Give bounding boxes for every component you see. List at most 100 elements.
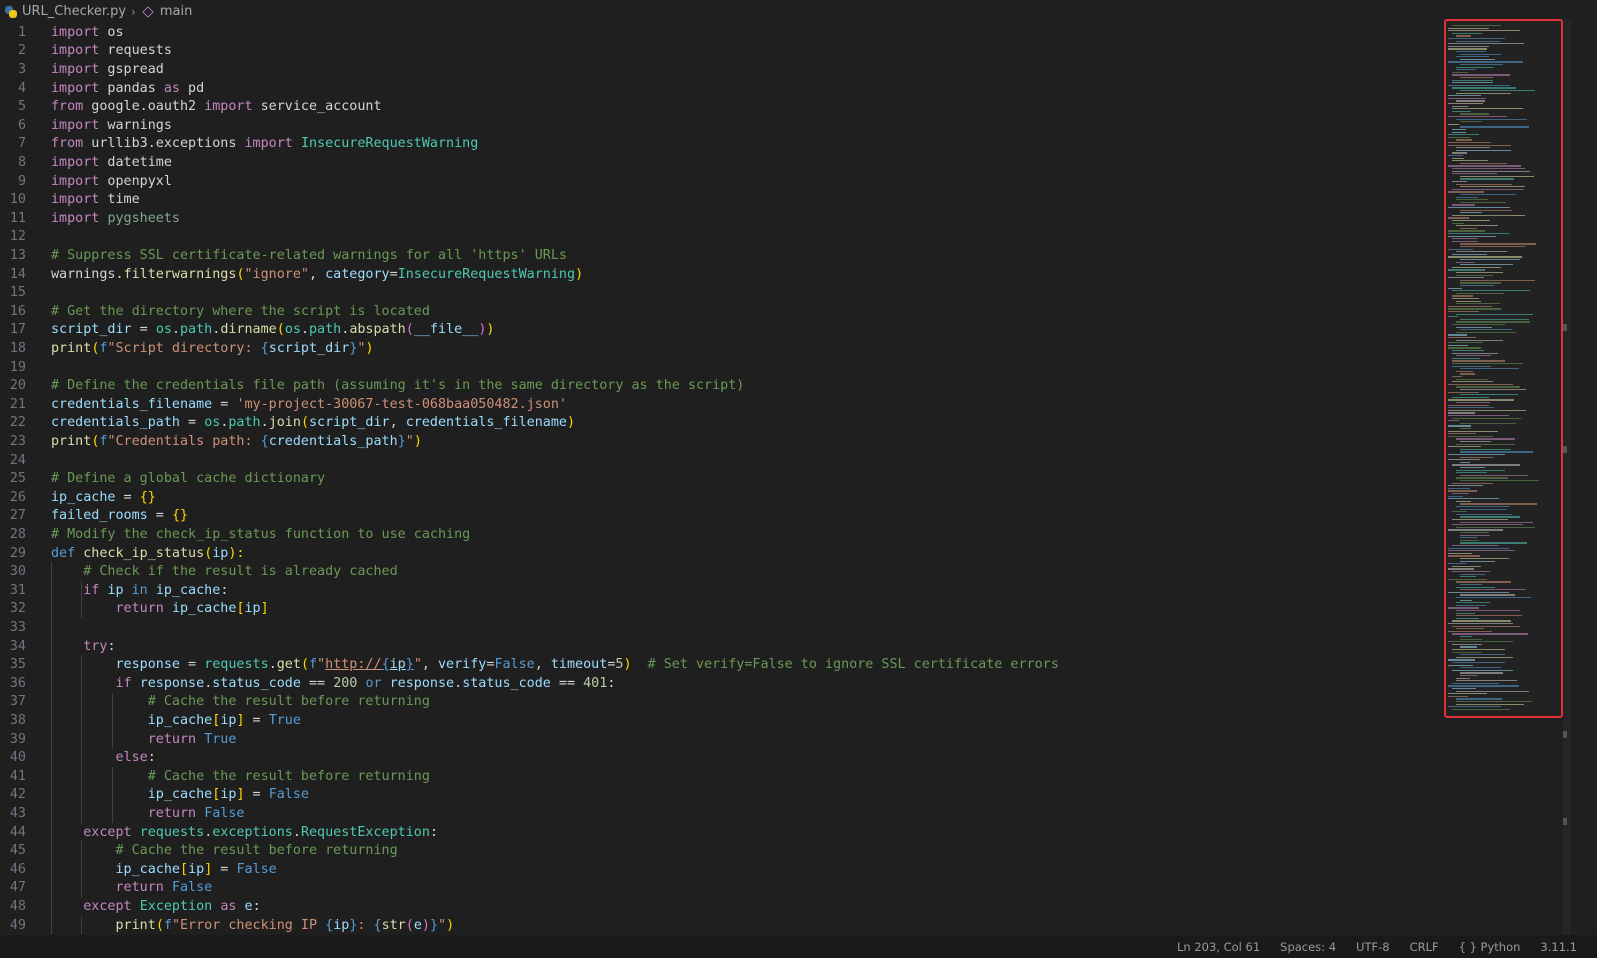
- line-number: 2: [17, 43, 26, 59]
- minimap-line: [1460, 186, 1525, 188]
- minimap-line: [1452, 545, 1500, 547]
- code-line[interactable]: 44 except requests.exceptions.RequestExc…: [0, 823, 1440, 842]
- code-token: warnings: [99, 117, 172, 133]
- minimap-line: [1456, 680, 1517, 682]
- minimap-line: [1448, 165, 1521, 167]
- code-line[interactable]: 22 credentials_path = os.path.join(script…: [0, 414, 1440, 433]
- minimap-line: [1456, 261, 1476, 263]
- code-line[interactable]: 19: [0, 358, 1440, 377]
- code-line[interactable]: 35 response = requests.get(f"http://{ip}…: [0, 655, 1440, 674]
- minimap-line: [1456, 703, 1525, 705]
- code-token: response: [139, 675, 205, 691]
- breadcrumb-file[interactable]: URL_Checker.py: [22, 4, 126, 19]
- code-line[interactable]: 21 credentials_filename = 'my-project-300…: [0, 395, 1440, 414]
- minimap-line: [1460, 178, 1515, 180]
- minimap-line: [1456, 92, 1511, 94]
- code-line[interactable]: 12: [0, 228, 1440, 247]
- status-item[interactable]: UTF-8: [1356, 940, 1390, 954]
- code-line[interactable]: 10 import time: [0, 190, 1440, 209]
- minimap-line: [1460, 329, 1512, 331]
- minimap-line: [1452, 524, 1524, 526]
- minimap-line: [1456, 526, 1535, 529]
- line-number: 21: [9, 396, 26, 412]
- code-line[interactable]: 25 # Define a global cache dictionary: [0, 469, 1440, 488]
- line-number: 5: [17, 99, 26, 115]
- code-line[interactable]: 29 def check_ip_status(ip):: [0, 544, 1440, 563]
- code-line[interactable]: 40 else:: [0, 748, 1440, 767]
- line-number: 24: [9, 452, 26, 468]
- status-item[interactable]: { } Python: [1459, 940, 1521, 954]
- code-line[interactable]: 48 except Exception as e:: [0, 897, 1440, 916]
- minimap-line: [1452, 110, 1471, 113]
- status-item[interactable]: Ln 203, Col 61: [1177, 940, 1260, 954]
- code-line[interactable]: 11 import pygsheets: [0, 209, 1440, 228]
- code-line[interactable]: 38 ip_cache[ip] = True: [0, 711, 1440, 730]
- code-line[interactable]: 18 print(f"Script directory: {script_dir}…: [0, 339, 1440, 358]
- code-line[interactable]: 41 # Cache the result before returning: [0, 767, 1440, 786]
- code-line[interactable]: 16 # Get the directory where the script i…: [0, 302, 1440, 321]
- code-line[interactable]: 4 import pandas as pd: [0, 79, 1440, 98]
- code-line[interactable]: 31 if ip in ip_cache:: [0, 581, 1440, 600]
- minimap-line: [1460, 121, 1482, 123]
- code-line[interactable]: 43 return False: [0, 804, 1440, 823]
- code-editor[interactable]: 1 import os 2 import requests 3 import gsprea…: [0, 23, 1440, 935]
- status-item[interactable]: 3.11.1: [1540, 940, 1577, 954]
- code-token: False: [494, 657, 535, 673]
- breadcrumb-symbol[interactable]: main: [160, 4, 192, 19]
- minimap-line: [1448, 685, 1520, 687]
- code-line[interactable]: 45 # Cache the result before returning: [0, 841, 1440, 860]
- minimap-line: [1460, 212, 1483, 214]
- code-line[interactable]: 17 script_dir = os.path.dirname(os.path.a…: [0, 321, 1440, 340]
- minimap-line: [1460, 428, 1471, 430]
- code-line[interactable]: 24: [0, 451, 1440, 470]
- code-token: ip_cache: [155, 582, 221, 598]
- code-line[interactable]: 20 # Define the credentials file path (as…: [0, 376, 1440, 395]
- code-line[interactable]: 34 try:: [0, 637, 1440, 656]
- line-code: except Exception as e:: [51, 899, 260, 914]
- code-line[interactable]: 26 ip_cache = {}: [0, 488, 1440, 507]
- minimap-line: [1452, 651, 1482, 653]
- code-token: http://: [325, 657, 382, 673]
- code-line[interactable]: 2 import requests: [0, 42, 1440, 61]
- code-line[interactable]: 13 # Suppress SSL certificate-related war…: [0, 246, 1440, 265]
- status-item[interactable]: Spaces: 4: [1280, 940, 1336, 954]
- minimap-line: [1452, 565, 1481, 568]
- minimap-line: [1448, 578, 1488, 581]
- status-item[interactable]: CRLF: [1410, 940, 1439, 954]
- code-line[interactable]: 39 return True: [0, 730, 1440, 749]
- code-line[interactable]: 36 if response.status_code == 200 or res…: [0, 674, 1440, 693]
- code-line[interactable]: 27 failed_rooms = {}: [0, 507, 1440, 526]
- minimap-line: [1448, 311, 1480, 313]
- code-token: # Cache the result before returning: [147, 694, 430, 710]
- line-number: 22: [9, 415, 26, 431]
- minimap[interactable]: [1444, 19, 1563, 718]
- minimap-line: [1448, 134, 1479, 136]
- code-token: False: [171, 880, 213, 896]
- code-line[interactable]: 33: [0, 618, 1440, 637]
- code-line[interactable]: 37 # Cache the result before returning: [0, 693, 1440, 712]
- code-line[interactable]: 32 return ip_cache[ip]: [0, 600, 1440, 619]
- code-line[interactable]: 5 from google.oauth2 import service_accou…: [0, 97, 1440, 116]
- code-line[interactable]: 49 print(f"Error checking IP {ip}: {str(…: [0, 916, 1440, 935]
- code-line[interactable]: 6 import warnings: [0, 116, 1440, 135]
- code-line[interactable]: 3 import gspread: [0, 60, 1440, 79]
- code-line[interactable]: 1 import os: [0, 23, 1440, 42]
- code-line[interactable]: 42 ip_cache[ip] = False: [0, 786, 1440, 805]
- code-line[interactable]: 7 from urllib3.exceptions import Insecure…: [0, 135, 1440, 154]
- line-code: ip_cache[ip] = False: [51, 787, 309, 802]
- code-line[interactable]: 46 ip_cache[ip] = False: [0, 860, 1440, 879]
- code-line[interactable]: 23 print(f"Credentials path: {credentials…: [0, 432, 1440, 451]
- code-line[interactable]: 9 import openpyxl: [0, 172, 1440, 191]
- line-code: return False: [51, 880, 213, 896]
- code-line[interactable]: 47 return False: [0, 879, 1440, 898]
- minimap-line: [1456, 274, 1493, 276]
- vertical-scrollbar[interactable]: [1563, 19, 1571, 935]
- line-number: 29: [9, 545, 26, 561]
- code-line[interactable]: 15: [0, 283, 1440, 302]
- code-line[interactable]: 28 # Modify the check_ip_status function …: [0, 525, 1440, 544]
- code-line[interactable]: 8 import datetime: [0, 153, 1440, 172]
- code-line[interactable]: 30 # Check if the result is already cach…: [0, 562, 1440, 581]
- code-token: script_dir: [51, 322, 132, 338]
- code-line[interactable]: 14 warnings.filterwarnings("ignore", cate…: [0, 265, 1440, 284]
